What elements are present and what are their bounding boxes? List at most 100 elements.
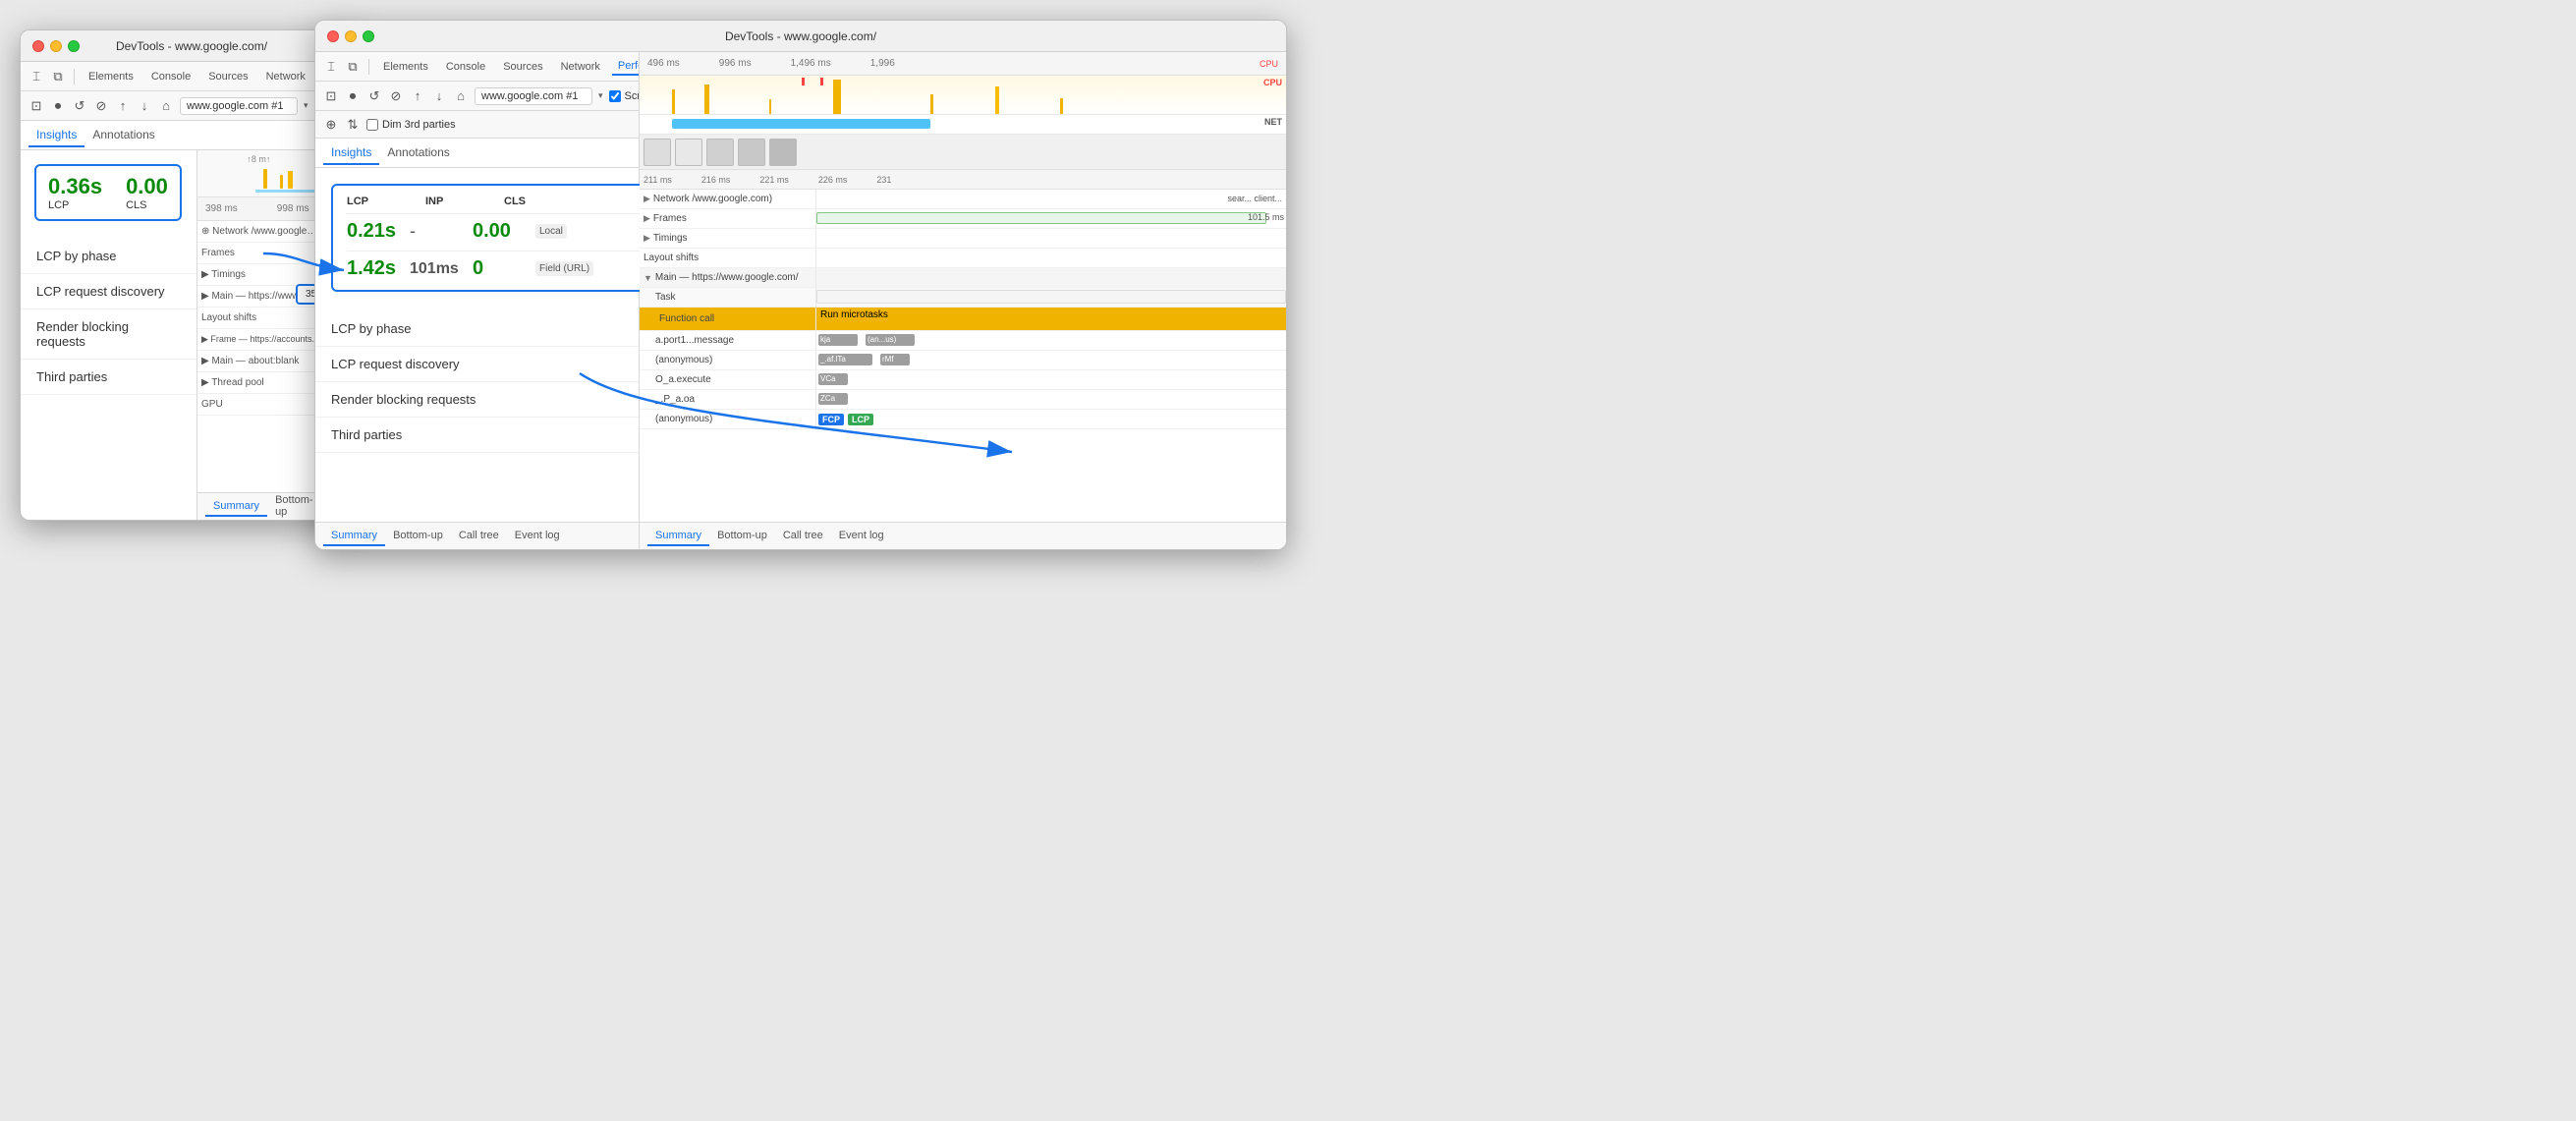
sidebar-item-lcp-phase-2[interactable]: LCP by phase	[315, 311, 639, 347]
upload-icon-1[interactable]: ↑	[115, 98, 131, 114]
bottom-tab-eventlog-2[interactable]: Event log	[507, 527, 568, 546]
url-dropdown-2[interactable]: ▾	[598, 90, 603, 101]
traffic-lights-2	[327, 30, 374, 42]
lcp-row1-cls: 0.00	[473, 220, 532, 243]
recording-toolbar-1: ⊡ ⏺ ↺ ⊘ ↑ ↓ ⌂ www.google.com #1 ▾ Screen…	[21, 91, 363, 121]
url-input-2[interactable]: www.google.com #1	[475, 87, 592, 105]
reload-icon-2[interactable]: ↺	[366, 88, 382, 104]
home-icon-2[interactable]: ⌂	[453, 88, 469, 104]
sidebar-1: 0.36s LCP 0.00 CLS LCP by phase LCP requ…	[21, 150, 197, 520]
lcp-row2-cls: 0	[473, 257, 532, 280]
metrics-box-1: 0.36s LCP 0.00 CLS	[34, 164, 182, 221]
tab-performance-2[interactable]: Performance	[612, 58, 639, 76]
panel-icon-1[interactable]: ⊡	[28, 98, 44, 114]
layers-icon-2[interactable]: ⧉	[345, 59, 361, 75]
minimize-button-2[interactable]	[345, 30, 357, 42]
network-icon-2[interactable]: ⊕	[323, 117, 339, 133]
home-icon-1[interactable]: ⌂	[158, 98, 174, 114]
url-input-1[interactable]: www.google.com #1	[180, 97, 298, 115]
reload-icon-1[interactable]: ↺	[72, 98, 87, 114]
track-frames-2: ▶Frames 101.5 ms	[640, 209, 1286, 229]
tab-sources-2[interactable]: Sources	[497, 59, 548, 75]
filter-icon-2[interactable]: ⇅	[345, 117, 361, 133]
screenshots-checkbox-2[interactable]: Screenshots	[609, 90, 639, 102]
tab-elements-1[interactable]: Elements	[83, 69, 140, 84]
minimize-button-1[interactable]	[50, 40, 62, 52]
annotations-tab-1[interactable]: Annotations	[84, 124, 162, 147]
sidebar-item-lcp-request-1[interactable]: LCP request discovery	[21, 274, 196, 309]
fullscreen-button-2[interactable]	[363, 30, 374, 42]
track-task-2: Task	[640, 288, 1286, 308]
insights-tab-2[interactable]: Insights	[323, 141, 379, 165]
sidebar-item-render-blocking-2[interactable]: Render blocking requests	[315, 382, 639, 418]
screenshot-thumb-4	[738, 139, 765, 166]
function-call-label: Function call	[655, 311, 718, 326]
main-toolbar-2: ⌶ ⧉ Elements Console Sources Network Per…	[315, 52, 639, 82]
lcp-row-field: 1.42s 101ms 0 Field (URL)	[347, 251, 642, 280]
screenshot-thumb-1	[644, 139, 671, 166]
tab-console-1[interactable]: Console	[145, 69, 196, 84]
insights-tabs-1: Insights Annotations	[21, 121, 363, 150]
tab-network-1[interactable]: Network	[260, 69, 311, 84]
dim3rd-checkbox-2[interactable]: Dim 3rd parties	[366, 119, 456, 131]
lcp-row2-label: Field (URL)	[535, 261, 593, 276]
window-body-1: ⌶ ⧉ Elements Console Sources Network Per…	[21, 62, 363, 520]
lcp-value-1: 0.36s	[48, 174, 102, 199]
lcp-col-head-inp: INP	[425, 196, 484, 207]
sidebar-item-third-parties-1[interactable]: Third parties	[21, 360, 196, 395]
track-label-timings-1: ▶ Timings	[201, 269, 319, 280]
cursor-icon-2[interactable]: ⌶	[323, 59, 339, 75]
track-label-threadpool-1: ▶ Thread pool	[201, 377, 319, 388]
bottom-tab-bottomup-2[interactable]: Bottom-up	[385, 527, 451, 546]
screenshot-row-2	[640, 135, 1286, 170]
panel-icon-2[interactable]: ⊡	[323, 88, 339, 104]
record-icon-2[interactable]: ⏺	[345, 88, 361, 104]
track-label-gpu-1: GPU	[201, 399, 319, 410]
bottom-tab-bottomup-right-2[interactable]: Bottom-up	[709, 527, 775, 546]
stop-icon-2[interactable]: ⊘	[388, 88, 404, 104]
sidebar-item-lcp-phase-1[interactable]: LCP by phase	[21, 239, 196, 274]
insights-tab-1[interactable]: Insights	[28, 124, 84, 147]
track-function-call-2: Function call Run microtasks	[640, 308, 1286, 331]
upload-icon-2[interactable]: ↑	[410, 88, 425, 104]
sidebar-item-render-blocking-1[interactable]: Render blocking requests	[21, 309, 196, 360]
tab-elements-2[interactable]: Elements	[377, 59, 434, 75]
tab-sources-1[interactable]: Sources	[202, 69, 253, 84]
bottom-tab-bottomup-1[interactable]: Bottom-up	[267, 491, 321, 521]
devtools-window-2: DevTools - www.google.com/ ⌶ ⧉ Elements …	[314, 20, 1287, 550]
download-icon-1[interactable]: ↓	[137, 98, 152, 114]
sidebar-item-third-parties-2[interactable]: Third parties	[315, 418, 639, 453]
bottom-tab-calltree-right-2[interactable]: Call tree	[775, 527, 831, 546]
bottom-tab-eventlog-right-2[interactable]: Event log	[831, 527, 892, 546]
lcp-col-head-lcp: LCP	[347, 196, 406, 207]
stop-icon-1[interactable]: ⊘	[93, 98, 109, 114]
close-button-2[interactable]	[327, 30, 339, 42]
bottom-tab-summary-2[interactable]: Summary	[323, 527, 385, 546]
layers-icon[interactable]: ⧉	[50, 69, 66, 84]
screenshot-thumb-2	[675, 139, 702, 166]
track-label-frames-1: Frames	[201, 248, 319, 258]
window-title-1: DevTools - www.google.com/	[116, 39, 267, 53]
fullscreen-button-1[interactable]	[68, 40, 80, 52]
download-icon-2[interactable]: ↓	[431, 88, 447, 104]
record-icon-1[interactable]: ⏺	[50, 98, 66, 114]
close-button-1[interactable]	[32, 40, 44, 52]
sidebar-item-lcp-request-2[interactable]: LCP request discovery	[315, 347, 639, 382]
window-title-2: DevTools - www.google.com/	[725, 29, 876, 43]
lcp-col-head-cls: CLS	[504, 196, 563, 207]
url-dropdown-1[interactable]: ▾	[304, 100, 308, 111]
track-execute-2: O_a.execute VCa	[640, 370, 1286, 390]
sidebar-list-2: LCP by phase LCP request discovery Rende…	[315, 308, 639, 457]
cursor-icon[interactable]: ⌶	[28, 69, 44, 84]
lcp-col-head-label	[583, 196, 642, 207]
sidebar-list-1: LCP by phase LCP request discovery Rende…	[21, 235, 196, 399]
bottom-tab-summary-1[interactable]: Summary	[205, 497, 267, 517]
bottom-tab-calltree-2[interactable]: Call tree	[451, 527, 507, 546]
toolbar-sep-1	[74, 69, 75, 84]
tab-console-2[interactable]: Console	[440, 59, 491, 75]
tab-network-2[interactable]: Network	[555, 59, 606, 75]
annotations-tab-2[interactable]: Annotations	[379, 141, 457, 165]
track-anonymous-2-2: (anonymous) FCP LCP 212.68 ms LCP - Loca…	[640, 410, 1286, 429]
track-layout-2: Layout shifts	[640, 249, 1286, 268]
bottom-tab-summary-right-2[interactable]: Summary	[647, 527, 709, 546]
